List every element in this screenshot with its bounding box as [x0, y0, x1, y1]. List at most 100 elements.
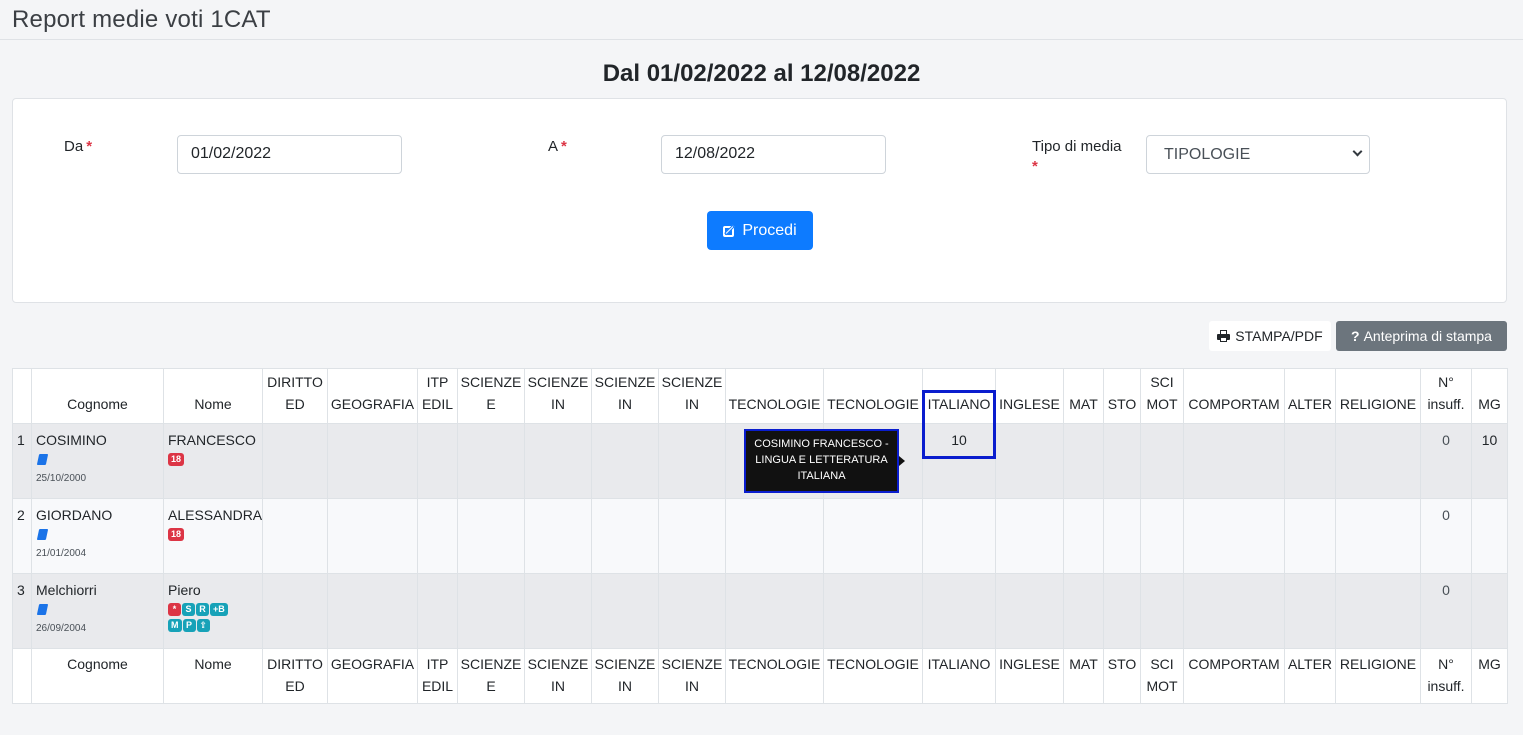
status-badge: 18: [168, 453, 185, 466]
grade-cell: [658, 498, 726, 574]
badge-group: 18: [168, 453, 262, 469]
column-header-itp-edil: ITP EDIL: [417, 648, 458, 704]
grade-cell: [1335, 573, 1421, 649]
grade-cell: [1335, 423, 1421, 499]
anteprima-di-stampa-button[interactable]: ? Anteprima di stampa: [1336, 321, 1507, 351]
grade-cell: [1103, 423, 1141, 499]
column-header-inglese: INGLESE: [995, 648, 1064, 704]
grade-cell: [1140, 573, 1184, 649]
grade-cell: [995, 498, 1064, 574]
book-icon[interactable]: [36, 454, 49, 465]
column-header-sto: STO: [1103, 368, 1141, 424]
badge-group: * S R +B M P ⇪: [168, 603, 262, 635]
table-footer: Cognome Nome DIRITTO ED GEOGRAFIA ITP EDIL SC…: [12, 648, 1508, 704]
column-header-geografia: GEOGRAFIA: [327, 368, 418, 424]
cognome-text: Melchiorri: [36, 582, 97, 598]
grade-cell-italiano: [922, 573, 996, 649]
column-header-scienze-in: SCIENZE IN: [658, 368, 726, 424]
cognome-text: COSIMINO: [36, 432, 107, 448]
column-header-italiano: ITALIANO: [922, 368, 996, 424]
top-bar: Report medie voti 1CAT: [0, 0, 1523, 40]
status-badge: S: [182, 603, 195, 616]
grade-cell: [823, 573, 923, 649]
column-header-italiano: ITALIANO: [922, 648, 996, 704]
required-mark: *: [1032, 158, 1038, 175]
status-badge: P: [182, 619, 196, 632]
table-row: 3 Melchiorri 26/09/2004 Piero * S R +B M P ⇪ 0: [12, 573, 1508, 649]
column-header-religione: RELIGIONE: [1335, 368, 1421, 424]
column-header-geografia: GEOGRAFIA: [327, 648, 418, 704]
grade-cell: [1063, 423, 1104, 499]
column-header-n-insuff: N° insuff.: [1420, 648, 1472, 704]
page-title: Report medie voti 1CAT: [12, 6, 271, 33]
a-label-text: A: [548, 138, 559, 155]
insuff-count-cell: 0: [1420, 498, 1472, 574]
status-badge: +B: [210, 603, 228, 616]
grade-cell: [591, 573, 659, 649]
grade-cell: [1284, 573, 1336, 649]
grade-cell: [658, 423, 726, 499]
date-of-birth: 26/09/2004: [36, 623, 87, 634]
grade-cell: [417, 573, 458, 649]
grade-cell: [823, 498, 923, 574]
grade-cell: [524, 423, 592, 499]
grade-cell: [1140, 498, 1184, 574]
procedi-button[interactable]: Procedi: [707, 211, 813, 250]
da-date-input[interactable]: 01/02/2022: [177, 135, 402, 174]
grade-cell: [457, 423, 525, 499]
column-header-mg: MG: [1471, 648, 1508, 704]
cognome-cell: GIORDANO 21/01/2004: [31, 498, 164, 574]
row-number: 1: [12, 423, 32, 499]
stampa-pdf-button[interactable]: STAMPA/PDF: [1209, 321, 1331, 351]
stampa-pdf-label: STAMPA/PDF: [1235, 328, 1323, 344]
column-header-tecnologie: TECNOLOGIE: [823, 648, 923, 704]
tipo-media-select[interactable]: TIPOLOGIE: [1146, 135, 1370, 174]
nome-cell: Piero * S R +B M P ⇪: [163, 573, 263, 649]
grade-cell: [457, 498, 525, 574]
status-badge: M: [168, 619, 182, 632]
grade-cell: [725, 498, 824, 574]
row-number: 2: [12, 498, 32, 574]
status-badge: *: [168, 603, 181, 616]
badge-group: 18: [168, 528, 262, 544]
grade-cell: [262, 423, 328, 499]
grade-cell: [1103, 498, 1141, 574]
column-header-mat: MAT: [1063, 368, 1104, 424]
column-header-scienze-in: SCIENZE IN: [524, 648, 592, 704]
column-header-tecnologie: TECNOLOGIE: [823, 368, 923, 424]
column-header-nome: Nome: [163, 368, 263, 424]
da-label-text: Da: [64, 138, 84, 155]
cognome-cell: Melchiorri 26/09/2004: [31, 573, 164, 649]
date-of-birth: 21/01/2004: [36, 548, 87, 559]
grade-cell: [1335, 498, 1421, 574]
column-header-tecnologie: TECNOLOGIE: [725, 648, 824, 704]
cognome-cell: COSIMINO 25/10/2000: [31, 423, 164, 499]
cognome-text: GIORDANO: [36, 507, 113, 523]
column-header-cognome: Cognome: [31, 648, 164, 704]
footer-row: Cognome Nome DIRITTO ED GEOGRAFIA ITP EDIL SC…: [12, 648, 1508, 704]
column-header-sci-mot: SCI MOT: [1140, 648, 1184, 704]
column-header-n-insuff: N° insuff.: [1420, 368, 1472, 424]
book-icon[interactable]: [36, 529, 49, 540]
medie-voti-table: Cognome Nome DIRITTO ED GEOGRAFIA ITP EDIL SC…: [12, 368, 1508, 704]
procedi-label: Procedi: [742, 221, 797, 239]
column-header-sto: STO: [1103, 648, 1141, 704]
question-icon: ?: [1351, 328, 1360, 344]
insuff-count-cell: 0: [1420, 423, 1472, 499]
printer-icon: [1217, 330, 1231, 342]
column-header-itp-edil: ITP EDIL: [417, 368, 458, 424]
book-icon[interactable]: [36, 604, 49, 615]
a-date-input[interactable]: 12/08/2022: [661, 135, 886, 174]
grade-cell: [591, 498, 659, 574]
tooltip-arrow: [899, 456, 905, 466]
grade-cell: [1103, 573, 1141, 649]
column-header-alter: ALTER: [1284, 368, 1336, 424]
column-header-scienze-in: SCIENZE IN: [591, 648, 659, 704]
tipo-media-label-text: Tipo di media: [1032, 138, 1122, 155]
chevron-down-icon: [1352, 146, 1363, 157]
grade-cell: [591, 423, 659, 499]
column-header-cognome: Cognome: [31, 368, 164, 424]
required-mark: *: [561, 138, 567, 155]
edit-icon: [723, 224, 737, 238]
grade-cell: [457, 573, 525, 649]
